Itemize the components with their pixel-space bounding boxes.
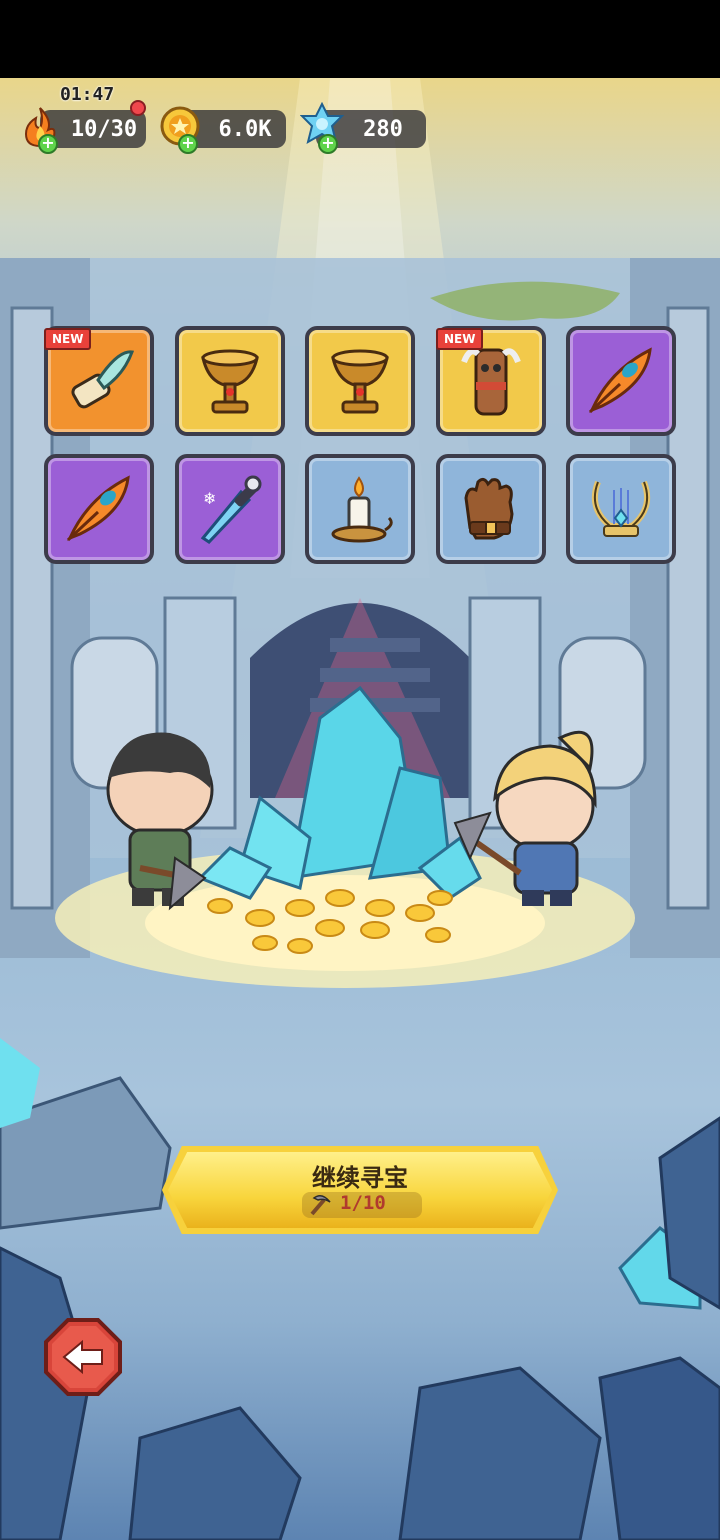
reward-item-3[interactable]	[305, 326, 415, 436]
golden-lyre-icon	[592, 480, 650, 537]
svg-text:❄: ❄	[203, 489, 216, 508]
feather-scroll-icon	[71, 350, 135, 409]
status-bar	[0, 0, 720, 78]
new-badge: NEW	[436, 328, 484, 350]
reward-item-9[interactable]	[436, 454, 546, 564]
add-gold-button[interactable]: +	[178, 134, 198, 154]
dig-count: 1/10	[340, 1192, 386, 1214]
reward-item-1[interactable]: NEW	[44, 326, 154, 436]
gem-value: 280	[363, 116, 403, 142]
frost-dagger-icon: ❄	[200, 475, 262, 544]
reward-item-8[interactable]	[305, 454, 415, 564]
reward-item-10[interactable]	[566, 454, 676, 564]
continue-label: 继续寻宝	[312, 1164, 408, 1192]
golden-chalice-icon	[331, 349, 389, 414]
candle-icon	[331, 476, 393, 543]
new-badge: NEW	[44, 328, 92, 350]
golden-chalice-icon	[201, 349, 259, 414]
reward-item-4[interactable]: NEW	[436, 326, 546, 436]
energy-value: 10/30	[70, 116, 138, 142]
reward-item-7[interactable]: ❄	[175, 454, 285, 564]
phoenix-feather-icon	[66, 475, 130, 542]
reward-item-2[interactable]	[175, 326, 285, 436]
back-button[interactable]	[42, 1316, 124, 1398]
gold-value: 6.0K	[218, 116, 272, 142]
viking-totem-icon	[461, 348, 521, 416]
reward-item-5[interactable]	[566, 326, 676, 436]
reward-item-6[interactable]	[44, 454, 154, 564]
pickaxe-icon	[310, 1195, 331, 1216]
continue-treasure-button[interactable]: 继续寻宝 1/10	[162, 1146, 558, 1234]
phoenix-feather-icon	[588, 347, 652, 414]
notification-dot	[130, 100, 146, 116]
game-scene: 10/30 + 01:47 6.0K + 280 + NEW NEW ❄ 继续寻…	[0, 78, 720, 1540]
energy-timer: 01:47	[60, 84, 115, 105]
leather-glove-icon	[464, 477, 514, 540]
add-energy-button[interactable]: +	[38, 134, 58, 154]
add-gems-button[interactable]: +	[318, 134, 338, 154]
